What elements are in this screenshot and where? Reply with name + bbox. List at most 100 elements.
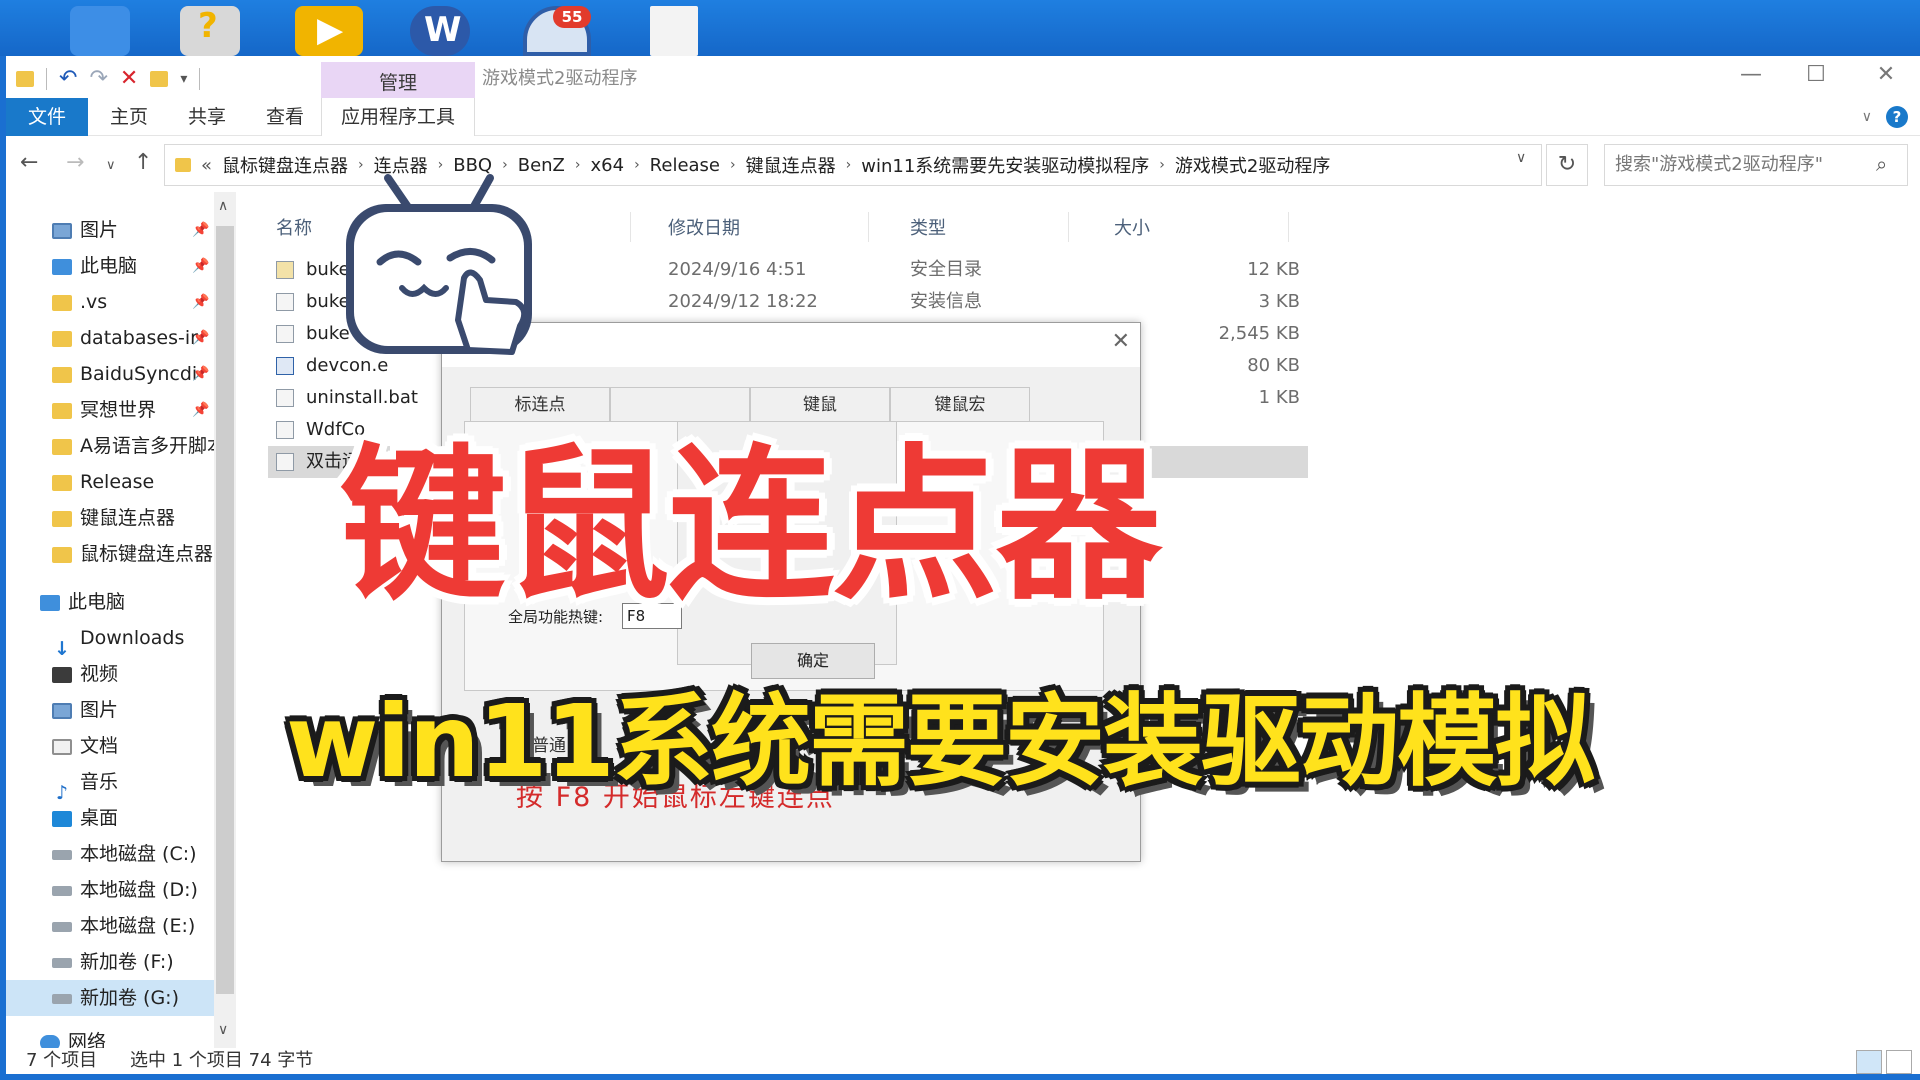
new-folder-icon[interactable]	[150, 70, 169, 87]
navigation-bar: ← → ∨ ↑ « 鼠标键盘连点器 › 连点器 › BBQ › BenZ › x64 › …	[6, 136, 1920, 192]
sidebar-item-drive-d[interactable]: 本地磁盘 (D:)	[6, 872, 214, 908]
desktop-app-icon[interactable]	[70, 6, 130, 56]
minimize-button[interactable]: —	[1721, 62, 1781, 87]
customize-toolbar-icon[interactable]: ▾	[180, 71, 187, 87]
sidebar-item-downloads[interactable]: ↓ Downloads	[6, 620, 214, 656]
maximize-button[interactable]: ☐	[1786, 62, 1846, 87]
breadcrumb-item[interactable]: 键鼠连点器	[746, 152, 836, 178]
folder-icon	[52, 294, 72, 311]
refresh-button[interactable]: ↻	[1546, 144, 1588, 186]
refresh-icon: ↻	[1557, 152, 1577, 177]
large-icons-view-icon[interactable]	[1886, 1050, 1912, 1074]
scroll-up-icon[interactable]: ∧	[218, 198, 228, 214]
security-catalog-icon	[276, 261, 294, 279]
sidebar-item-drive-e[interactable]: 本地磁盘 (E:)	[6, 908, 214, 944]
drive-icon	[52, 849, 72, 860]
quick-access-toolbar: ↶ ↷ ✕ ▾	[16, 66, 201, 91]
sidebar-item-databases[interactable]: databases-ir 📌	[6, 320, 214, 356]
redo-icon[interactable]: ↷	[89, 66, 107, 91]
column-header-type[interactable]: 类型	[910, 214, 946, 240]
desktop-icon-strip: ? ▶ W 55	[0, 0, 1920, 56]
help-document-icon[interactable]: ?	[180, 6, 240, 56]
close-button[interactable]: ✕	[1856, 62, 1916, 87]
sidebar-item-network[interactable]: 网络	[6, 1024, 214, 1048]
folder-icon	[52, 438, 72, 455]
breadcrumb-overflow[interactable]: «	[201, 155, 212, 176]
music-icon: ♪	[55, 781, 69, 801]
tab-share[interactable]: 共享	[174, 98, 240, 136]
sidebar-item-drive-g[interactable]: 新加卷 (G:)	[6, 980, 214, 1016]
breadcrumb-item[interactable]: x64	[591, 155, 625, 176]
item-count: 7 个项目	[26, 1050, 98, 1071]
sidebar-item-this-pc-pinned[interactable]: 此电脑 📌	[6, 248, 214, 284]
forward-arrow-icon[interactable]: →	[66, 150, 84, 175]
library-file-icon	[276, 421, 294, 439]
mascot-sticker-icon	[346, 174, 532, 355]
pin-icon: 📌	[192, 402, 210, 418]
drive-icon	[52, 993, 72, 1004]
folder-icon	[52, 330, 72, 347]
search-input[interactable]: 搜索"游戏模式2驱动程序"	[1604, 144, 1908, 186]
sidebar-item-music[interactable]: ♪ 音乐	[6, 764, 214, 800]
sidebar-item-drive-c[interactable]: 本地磁盘 (C:)	[6, 836, 214, 872]
sidebar-item-this-pc[interactable]: 此电脑	[6, 584, 214, 620]
tab-view[interactable]: 查看	[252, 98, 318, 136]
undo-icon[interactable]: ↶	[59, 66, 77, 91]
text-file-icon[interactable]	[650, 6, 698, 56]
expand-ribbon-icon[interactable]: ∨	[1862, 109, 1872, 125]
media-player-icon[interactable]: ▶	[295, 6, 363, 56]
scroll-down-icon[interactable]: ∨	[218, 1022, 228, 1038]
delete-icon[interactable]: ✕	[120, 66, 138, 91]
sidebar-item-pictures-pc[interactable]: 图片	[6, 692, 214, 728]
back-arrow-icon[interactable]: ←	[20, 150, 38, 175]
sidebar-item-release[interactable]: Release	[6, 464, 214, 500]
computer-icon	[40, 594, 60, 611]
ribbon-tabs: 文件 主页 共享 查看 应用程序工具 ∨ ?	[6, 98, 1920, 136]
search-icon[interactable]: ⌕	[1876, 152, 1887, 176]
pin-icon: 📌	[192, 294, 210, 310]
sidebar-scrollbar[interactable]: ∧ ∨	[214, 192, 236, 1048]
sidebar-item-e-language-scripts[interactable]: A易语言多开脚本	[6, 428, 214, 464]
column-header-size[interactable]: 大小	[1114, 214, 1150, 240]
recent-locations-icon[interactable]: ∨	[106, 158, 116, 173]
folder-icon	[52, 510, 72, 527]
details-view-icon[interactable]	[1856, 1050, 1882, 1074]
column-header-name[interactable]: 名称	[276, 214, 312, 240]
breadcrumb-item[interactable]: 游戏模式2驱动程序	[1175, 152, 1330, 178]
sidebar-item-mouse-keyboard-clicker[interactable]: 鼠标键盘连点器	[6, 536, 214, 572]
selection-info: 选中 1 个项目 74 字节	[130, 1050, 314, 1071]
sidebar-item-documents[interactable]: 文档	[6, 728, 214, 764]
folder-icon	[52, 546, 72, 563]
folder-icon	[175, 158, 191, 172]
help-icon[interactable]: ?	[1886, 106, 1908, 128]
sidebar-item-keymouse-clicker[interactable]: 键鼠连点器	[6, 500, 214, 536]
breadcrumb-item[interactable]: win11系统需要先安装驱动模拟程序	[861, 152, 1149, 178]
sidebar-item-drive-f[interactable]: 新加卷 (F:)	[6, 944, 214, 980]
up-arrow-icon[interactable]: ↑	[134, 150, 152, 175]
sidebar-item-pictures[interactable]: 图片 📌	[6, 212, 214, 248]
tab-application-tools[interactable]: 应用程序工具	[321, 98, 475, 136]
chevron-right-icon: ›	[574, 157, 581, 173]
sidebar-item-desktop[interactable]: 桌面	[6, 800, 214, 836]
drive-icon	[52, 921, 72, 932]
sidebar-item-videos[interactable]: 视频	[6, 656, 214, 692]
dialog-close-button[interactable]: ✕	[1112, 329, 1130, 354]
wordpress-icon[interactable]: W	[410, 6, 470, 56]
tab-home[interactable]: 主页	[96, 98, 162, 136]
breadcrumb-item[interactable]: 鼠标键盘连点器	[222, 152, 348, 178]
sidebar-item-meditation-world[interactable]: 冥想世界 📌	[6, 392, 214, 428]
overlay-title: 键鼠连点器	[340, 430, 1162, 623]
overlay-subtitle: win11系统需要安装驱动模拟	[286, 683, 1595, 800]
scrollbar-thumb[interactable]	[216, 226, 234, 994]
sidebar-item-baidusync[interactable]: BaiduSyncdi 📌	[6, 356, 214, 392]
address-history-dropdown-icon[interactable]: ∨	[1516, 150, 1526, 166]
folder-icon	[52, 366, 72, 383]
breadcrumb-item[interactable]: Release	[650, 155, 720, 176]
navigation-pane: 图片 📌 此电脑 📌 .vs 📌 databases-ir 📌 BaiduSyncdi 📌…	[6, 192, 236, 1048]
column-header-date[interactable]: 修改日期	[668, 214, 740, 240]
sidebar-item-vs[interactable]: .vs 📌	[6, 284, 214, 320]
notification-badge: 55	[553, 6, 591, 28]
tab-file[interactable]: 文件	[6, 98, 88, 136]
drive-icon	[52, 957, 72, 968]
folder-icon	[52, 402, 72, 419]
